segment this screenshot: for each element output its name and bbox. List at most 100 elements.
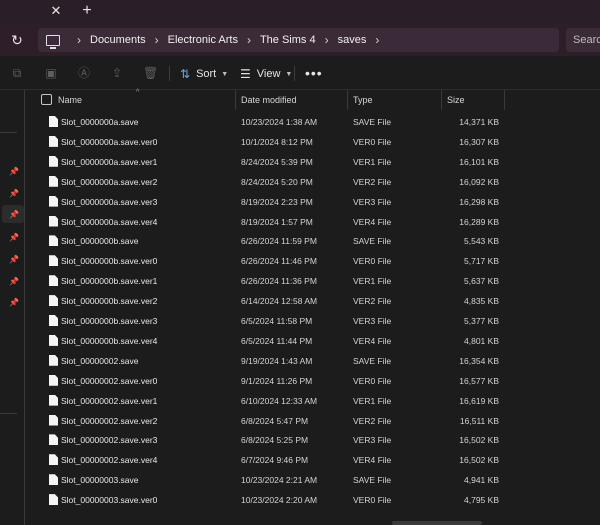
file-size: 16,619 KB [459, 395, 499, 406]
share-icon[interactable]: ⇪ [110, 66, 124, 80]
pin-icon[interactable]: 📌 [9, 167, 19, 177]
table-row[interactable]: Slot_0000000a.save.ver3 8/19/2024 2:23 PM… [25, 192, 600, 212]
file-name[interactable]: Slot_0000000b.save.ver1 [61, 271, 157, 291]
view-button[interactable]: ☰ View ▼ [240, 65, 292, 83]
view-label: View [256, 68, 281, 80]
table-row[interactable]: Slot_0000000b.save.ver1 6/26/2024 11:36 P… [25, 271, 600, 291]
table-row[interactable]: Slot_0000000b.save 6/26/2024 11:59 PM SAVE… [25, 231, 600, 251]
more-options-button[interactable]: ••• [305, 65, 323, 81]
table-row[interactable]: Slot_0000000a.save.ver2 8/24/2024 5:20 PM… [25, 172, 600, 192]
table-row[interactable]: Slot_0000000b.save.ver3 6/5/2024 11:58 PM… [25, 311, 600, 331]
file-name[interactable]: Slot_00000002.save.ver0 [61, 371, 157, 391]
close-icon[interactable]: ✕ [48, 3, 64, 19]
file-size: 5,637 KB [464, 276, 499, 287]
chevron-right-icon[interactable]: › [77, 33, 81, 47]
file-date-modified: 8/19/2024 1:57 PM [241, 216, 313, 227]
navigation-pane: 📌 📌 📌 📌 📌 📌 📌 [0, 90, 25, 525]
table-row[interactable]: Slot_00000002.save.ver0 9/1/2024 11:26 PM… [25, 371, 600, 391]
file-icon [49, 135, 58, 147]
chevron-right-icon[interactable]: › [325, 33, 329, 47]
table-row[interactable]: Slot_00000002.save.ver4 6/7/2024 9:46 PM V… [25, 450, 600, 470]
file-size: 16,577 KB [459, 375, 499, 386]
column-header-date[interactable]: Date modified [241, 90, 297, 110]
file-type: VER0 File [353, 256, 392, 267]
plus-icon[interactable]: + [78, 2, 96, 20]
column-header-name[interactable]: Name [58, 90, 82, 110]
refresh-icon[interactable]: ↻ [9, 32, 25, 48]
table-row[interactable]: Slot_0000000a.save.ver1 8/24/2024 5:39 PM… [25, 152, 600, 172]
table-row[interactable]: Slot_00000002.save.ver3 6/8/2024 5:25 PM V… [25, 430, 600, 450]
pin-icon[interactable]: 📌 [9, 233, 19, 243]
column-divider[interactable] [235, 90, 236, 110]
column-divider[interactable] [504, 90, 505, 110]
file-date-modified: 6/8/2024 5:47 PM [241, 415, 309, 426]
file-type: VER4 File [353, 335, 392, 346]
chevron-right-icon[interactable]: › [155, 33, 159, 47]
breadcrumb-saves[interactable]: saves [338, 34, 367, 46]
file-icon [49, 494, 58, 506]
table-row[interactable]: Slot_0000000b.save.ver4 6/5/2024 11:44 PM… [25, 331, 600, 351]
file-icon [49, 334, 58, 346]
file-name[interactable]: Slot_0000000a.save [61, 112, 139, 132]
column-header-type[interactable]: Type [353, 90, 373, 110]
copy-icon[interactable]: ⧉ [10, 66, 24, 80]
file-name[interactable]: Slot_0000000b.save.ver3 [61, 311, 157, 331]
file-name[interactable]: Slot_00000002.save [61, 351, 139, 371]
sort-button[interactable]: ⇅ Sort ▼ [180, 65, 228, 83]
paste-icon[interactable]: ▣ [44, 66, 58, 80]
column-divider[interactable] [347, 90, 348, 110]
file-name[interactable]: Slot_00000003.save.ver0 [61, 490, 157, 510]
nav-divider [0, 413, 17, 414]
pin-icon[interactable]: 📌 [9, 277, 19, 287]
file-date-modified: 10/23/2024 1:38 AM [241, 117, 318, 127]
file-name[interactable]: Slot_0000000a.save.ver3 [61, 192, 157, 212]
file-name[interactable]: Slot_0000000b.save [61, 231, 139, 251]
file-name[interactable]: Slot_00000002.save.ver3 [61, 430, 157, 450]
file-icon [49, 434, 58, 446]
file-type: VER2 File [353, 415, 392, 426]
horizontal-scrollbar[interactable] [392, 521, 482, 525]
table-row[interactable]: Slot_0000000b.save.ver2 6/14/2024 12:58 A… [25, 291, 600, 311]
file-size: 14,371 KB [459, 117, 499, 127]
file-name[interactable]: Slot_00000002.save.ver1 [61, 391, 157, 411]
chevron-right-icon[interactable]: › [375, 33, 379, 47]
file-name[interactable]: Slot_0000000b.save.ver4 [61, 331, 157, 351]
breadcrumb-documents[interactable]: Documents [90, 34, 146, 46]
table-row[interactable]: Slot_00000002.save.ver2 6/8/2024 5:47 PM V… [25, 411, 600, 431]
pin-icon[interactable]: 📌 [9, 255, 19, 265]
breadcrumb-electronic-arts[interactable]: Electronic Arts [168, 34, 238, 46]
this-pc-icon[interactable] [46, 34, 60, 49]
table-row[interactable]: Slot_00000003.save 10/23/2024 2:21 AM SAVE… [25, 470, 600, 490]
delete-icon[interactable]: 🗑 [143, 66, 158, 80]
file-name[interactable]: Slot_00000003.save [61, 470, 139, 490]
file-name[interactable]: Slot_0000000b.save.ver0 [61, 251, 157, 271]
column-divider[interactable] [441, 90, 442, 110]
file-name[interactable]: Slot_0000000b.save.ver2 [61, 291, 157, 311]
column-header-size[interactable]: Size [447, 90, 465, 110]
address-bar[interactable]: › Documents › Electronic Arts › The Sims… [38, 28, 559, 52]
file-name[interactable]: Slot_00000002.save.ver2 [61, 411, 157, 431]
table-row[interactable]: Slot_0000000a.save.ver4 8/19/2024 1:57 PM… [25, 212, 600, 232]
file-date-modified: 8/24/2024 5:39 PM [241, 156, 313, 167]
chevron-right-icon[interactable]: › [247, 33, 251, 47]
select-all-checkbox[interactable] [41, 94, 52, 105]
file-size: 5,377 KB [464, 316, 499, 326]
file-name[interactable]: Slot_0000000a.save.ver4 [61, 212, 157, 232]
pin-icon[interactable]: 📌 [9, 298, 19, 308]
pin-icon[interactable]: 📌 [9, 210, 19, 220]
rename-icon[interactable]: Ⓐ [77, 66, 91, 80]
file-date-modified: 10/23/2024 2:21 AM [241, 475, 318, 486]
file-name[interactable]: Slot_0000000a.save.ver0 [61, 132, 157, 152]
pin-icon[interactable]: 📌 [9, 189, 19, 199]
breadcrumb-the-sims-4[interactable]: The Sims 4 [260, 34, 316, 46]
table-row[interactable]: Slot_00000002.save.ver1 6/10/2024 12:33 A… [25, 391, 600, 411]
search-input[interactable]: Search [566, 28, 600, 52]
table-row[interactable]: Slot_0000000a.save 10/23/2024 1:38 AM SAVE… [25, 112, 600, 132]
table-row[interactable]: Slot_0000000a.save.ver0 10/1/2024 8:12 PM… [25, 132, 600, 152]
table-row[interactable]: Slot_0000000b.save.ver0 6/26/2024 11:46 P… [25, 251, 600, 271]
table-row[interactable]: Slot_00000002.save 9/19/2024 1:43 AM SAVE … [25, 351, 600, 371]
file-name[interactable]: Slot_00000002.save.ver4 [61, 450, 157, 470]
table-row[interactable]: Slot_00000003.save.ver0 10/23/2024 2:20 A… [25, 490, 600, 510]
file-name[interactable]: Slot_0000000a.save.ver1 [61, 152, 157, 172]
file-name[interactable]: Slot_0000000a.save.ver2 [61, 172, 157, 192]
